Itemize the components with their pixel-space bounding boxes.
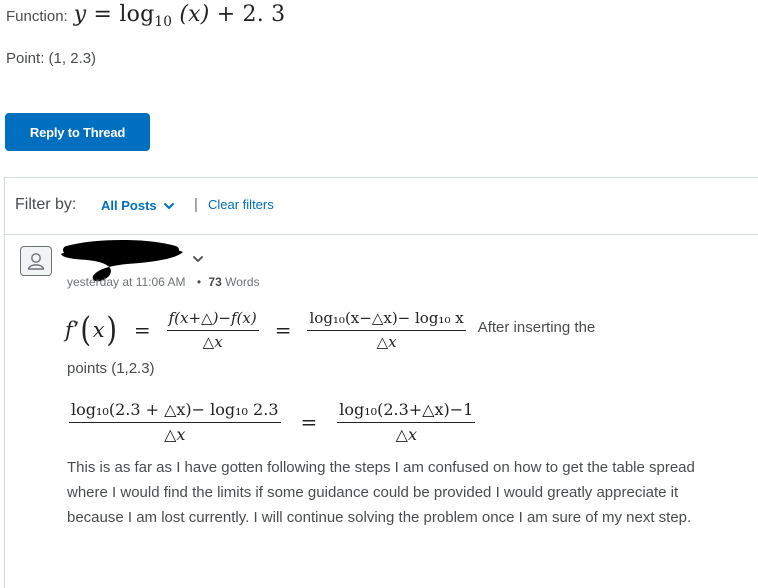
equation-row-1: f’ (x) = f(x+△)−f(x) △x = log₁₀(x−△x)− l… bbox=[65, 305, 595, 355]
post-words-label: Words bbox=[225, 275, 260, 289]
filter-separator: | bbox=[194, 196, 198, 213]
fraction-numerator: log₁₀(2.3+△x)−1 bbox=[337, 400, 476, 423]
equation-row-2: log₁₀(2.3 + △x)− log₁₀ 2.3 △x = log₁₀(2.… bbox=[69, 399, 476, 445]
filter-label: Filter by: bbox=[15, 196, 77, 213]
right-paren: ) bbox=[105, 310, 117, 350]
chevron-down-icon[interactable] bbox=[191, 252, 205, 266]
function-log: log bbox=[119, 2, 155, 27]
filter-dropdown[interactable]: All Posts bbox=[101, 198, 175, 213]
function-label: Function: bbox=[6, 8, 68, 25]
function-line: Function: y = log10 (x) + 2. 3 bbox=[6, 2, 285, 32]
function-log-base: 10 bbox=[154, 13, 173, 30]
avatar[interactable] bbox=[20, 246, 52, 276]
post-panel: Filter by: All Posts | Clear filters yes… bbox=[4, 177, 758, 588]
fraction-numerator: log₁₀(2.3 + △x)− log₁₀ 2.3 bbox=[69, 400, 281, 423]
left-paren: ( bbox=[80, 310, 92, 350]
after-inserting-text: After inserting the bbox=[477, 318, 596, 336]
fraction-substituted-2: log₁₀(2.3+△x)−1 △x bbox=[337, 400, 476, 445]
post-meta: yesterday at 11:06 AM • 73 Words bbox=[67, 275, 260, 289]
equals-1: = bbox=[133, 318, 151, 342]
fraction-numerator: f(x+△)−f(x) bbox=[166, 309, 259, 331]
fraction-numerator: log₁₀(x−△x)− log₁₀ x bbox=[307, 309, 466, 331]
chevron-down-icon bbox=[163, 202, 174, 209]
derivative-x: x bbox=[92, 318, 105, 342]
derivative-prime: ’ bbox=[72, 318, 80, 342]
filter-bar: Filter by: All Posts | Clear filters bbox=[5, 178, 758, 235]
fraction-log-quotient: log₁₀(x−△x)− log₁₀ x △x bbox=[307, 309, 466, 352]
filter-selected-value: All Posts bbox=[101, 198, 157, 213]
function-argument: (x) bbox=[179, 2, 210, 27]
fraction-denominator: △x bbox=[164, 424, 186, 444]
function-constant: + 2. 3 bbox=[216, 2, 286, 27]
function-y: y bbox=[73, 2, 87, 27]
post-body-text: This is as far as I have gotten followin… bbox=[67, 459, 695, 526]
point-text: Point: (1, 2.3) bbox=[6, 50, 97, 67]
fraction-denominator: △x bbox=[376, 332, 397, 351]
function-equals: = bbox=[93, 2, 113, 27]
post-word-count: 73 bbox=[208, 275, 222, 289]
fraction-difference-quotient: f(x+△)−f(x) △x bbox=[166, 309, 259, 352]
points-text: points (1,2.3) bbox=[67, 360, 155, 377]
reply-to-thread-button[interactable]: Reply to Thread bbox=[5, 113, 150, 151]
equals-3: = bbox=[300, 410, 318, 434]
function-expression: y = log10 (x) + 2. 3 bbox=[74, 2, 286, 30]
fraction-denominator: △x bbox=[395, 424, 417, 444]
clear-filters-link[interactable]: Clear filters bbox=[208, 197, 274, 212]
derivative-f: f bbox=[65, 318, 73, 342]
fraction-denominator: △x bbox=[202, 332, 223, 351]
post-timestamp: yesterday at 11:06 AM bbox=[67, 275, 186, 289]
meta-bullet: • bbox=[196, 275, 202, 289]
equals-2: = bbox=[274, 318, 292, 342]
fraction-substituted-1: log₁₀(2.3 + △x)− log₁₀ 2.3 △x bbox=[69, 400, 281, 445]
derivative-symbol: f’ (x) bbox=[65, 313, 118, 347]
user-icon bbox=[27, 253, 45, 270]
